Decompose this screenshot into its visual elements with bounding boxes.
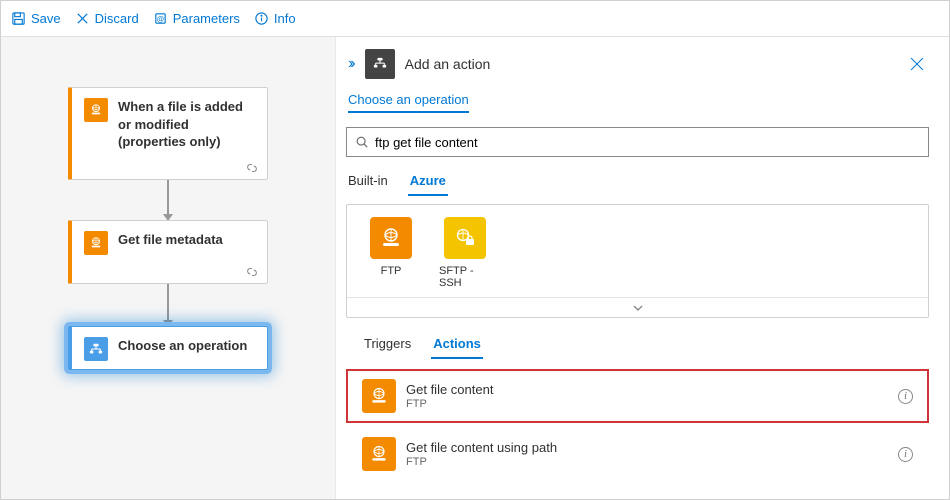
designer-canvas[interactable]: When a file is added or modified (proper…: [1, 37, 336, 499]
ftp-icon: [370, 217, 412, 259]
operation-type-tabs: Triggers Actions: [362, 334, 929, 359]
tab-azure[interactable]: Azure: [408, 169, 448, 196]
action-title: Get file content using path: [406, 440, 888, 456]
discard-icon: [75, 11, 90, 26]
action-title: Get file metadata: [118, 231, 223, 249]
svg-text:@: @: [156, 14, 164, 23]
discard-label: Discard: [95, 11, 139, 26]
tab-builtin[interactable]: Built-in: [346, 169, 390, 196]
connector-sftp[interactable]: SFTP - SSH: [439, 217, 491, 289]
operation-icon: [84, 337, 108, 361]
trigger-card[interactable]: When a file is added or modified (proper…: [68, 87, 268, 180]
action-get-file-content[interactable]: Get file content FTP i: [346, 369, 929, 423]
operation-panel: ›› Add an action Choose an operation Bui…: [336, 37, 949, 499]
action-card-metadata[interactable]: Get file metadata: [68, 220, 268, 284]
connector-group-tabs: Built-in Azure: [346, 169, 929, 196]
info-icon[interactable]: i: [898, 447, 913, 462]
trigger-title: When a file is added or modified (proper…: [118, 98, 255, 151]
action-get-file-content-path[interactable]: Get file content using path FTP i: [346, 427, 929, 481]
tab-actions[interactable]: Actions: [431, 334, 483, 359]
info-icon: [254, 11, 269, 26]
discard-button[interactable]: Discard: [75, 11, 139, 26]
save-button[interactable]: Save: [11, 11, 61, 26]
info-icon[interactable]: i: [898, 389, 913, 404]
tab-triggers[interactable]: Triggers: [362, 334, 413, 359]
connector-label: SFTP - SSH: [439, 265, 491, 289]
panel-title: Add an action: [405, 56, 893, 72]
ftp-icon: [362, 379, 396, 413]
save-icon: [11, 11, 26, 26]
collapse-button[interactable]: ››: [348, 55, 353, 73]
search-field[interactable]: [375, 135, 920, 150]
search-icon: [355, 135, 369, 149]
close-icon: [908, 55, 926, 73]
choose-operation-title: Choose an operation: [118, 337, 247, 355]
section-label: Choose an operation: [348, 92, 469, 113]
connector-arrow: [167, 180, 169, 220]
parameters-label: Parameters: [173, 11, 240, 26]
operation-icon: [365, 49, 395, 79]
connector-ftp[interactable]: FTP: [365, 217, 417, 289]
ftp-icon: [84, 231, 108, 255]
link-icon: [245, 161, 259, 175]
sftp-icon: [444, 217, 486, 259]
close-button[interactable]: [903, 50, 931, 78]
connector-arrow: [167, 284, 169, 326]
info-label: Info: [274, 11, 296, 26]
connectors-box: FTP SFTP - SSH: [346, 204, 929, 318]
action-title: Get file content: [406, 382, 888, 398]
parameters-icon: @: [153, 11, 168, 26]
choose-operation-card[interactable]: Choose an operation: [68, 326, 268, 370]
search-input[interactable]: [346, 127, 929, 157]
chevron-down-icon: [632, 302, 644, 314]
save-label: Save: [31, 11, 61, 26]
ftp-icon: [84, 98, 108, 122]
parameters-button[interactable]: @ Parameters: [153, 11, 240, 26]
command-bar: Save Discard @ Parameters Info: [1, 1, 949, 37]
action-sub: FTP: [406, 398, 888, 410]
action-sub: FTP: [406, 456, 888, 468]
connector-label: FTP: [381, 265, 402, 277]
info-button[interactable]: Info: [254, 11, 296, 26]
ftp-icon: [362, 437, 396, 471]
link-icon: [245, 265, 259, 279]
expand-connectors[interactable]: [347, 297, 928, 317]
